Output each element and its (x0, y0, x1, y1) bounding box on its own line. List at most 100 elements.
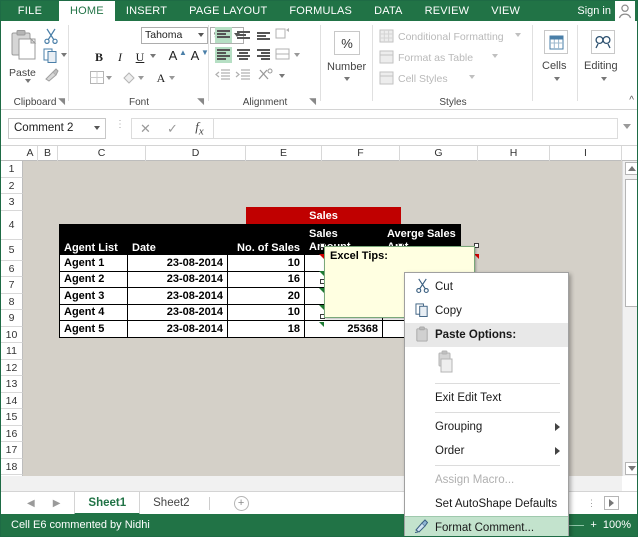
tab-overflow-grip[interactable]: ⋮ (587, 498, 604, 509)
wrap-text-icon[interactable] (257, 67, 275, 87)
cell-no-of-sales[interactable]: 18 (227, 320, 305, 338)
fill-color-dropdown-arrow-icon[interactable] (138, 76, 144, 80)
tab-review[interactable]: REVIEW (413, 1, 481, 21)
cell-no-of-sales[interactable]: 10 (227, 254, 305, 272)
paste-dropdown-arrow-icon[interactable] (25, 79, 31, 83)
clipboard-dialog-launcher[interactable]: ◥ (58, 96, 65, 107)
conditional-formatting-label[interactable]: Conditional Formatting (398, 31, 504, 43)
editing-button-label[interactable]: Editing (584, 60, 618, 72)
collapse-ribbon-icon[interactable]: ^ (629, 95, 634, 106)
insert-function-icon[interactable]: fx (186, 119, 213, 138)
paste-button-label[interactable]: Paste (9, 67, 36, 79)
merge-cells-icon[interactable] (275, 47, 291, 66)
cell-agent[interactable]: Agent 5 (59, 320, 128, 338)
formula-input[interactable] (213, 118, 618, 139)
row-header-13[interactable]: 13 (1, 376, 23, 393)
table-title-cell[interactable]: Sales (246, 207, 401, 225)
column-header-I[interactable]: I (550, 146, 622, 161)
tab-page-layout[interactable]: PAGE LAYOUT (178, 1, 279, 21)
copy-dropdown-arrow-icon[interactable] (61, 53, 67, 57)
sign-in-label[interactable]: Sign in (577, 5, 611, 17)
cells-icon[interactable] (544, 30, 568, 54)
column-header-A[interactable]: A (23, 146, 38, 161)
orientation-icon[interactable] (275, 27, 291, 46)
context-menu-item-grouping[interactable]: Grouping (405, 415, 568, 439)
borders-icon[interactable] (89, 70, 105, 90)
italic-button[interactable]: I (111, 48, 129, 66)
row-header-3[interactable]: 3 (1, 194, 23, 211)
column-header-G[interactable]: G (400, 146, 478, 161)
row-header-8[interactable]: 8 (1, 293, 23, 310)
cell-no-of-sales[interactable]: 20 (227, 287, 305, 305)
editing-dropdown-arrow-icon[interactable] (601, 77, 607, 81)
cell-date[interactable]: 23-08-2014 (127, 303, 228, 321)
align-center-button[interactable] (235, 47, 252, 63)
account-avatar-icon[interactable] (615, 1, 635, 21)
font-color-dropdown-arrow-icon[interactable] (169, 76, 175, 80)
cells-button-label[interactable]: Cells (542, 60, 566, 72)
column-header-B[interactable]: B (38, 146, 58, 161)
formula-bar-grip[interactable]: ⋮ (115, 120, 125, 130)
row-header-5[interactable]: 5 (1, 239, 23, 261)
cell-styles-icon[interactable] (379, 71, 394, 90)
fill-color-icon[interactable] (121, 70, 137, 90)
context-menu-item-copy[interactable]: Copy (405, 299, 568, 323)
row-header-2[interactable]: 2 (1, 177, 23, 194)
cell-styles-label[interactable]: Cell Styles (398, 73, 448, 85)
align-top-button[interactable] (215, 27, 232, 43)
row-header-16[interactable]: 16 (1, 425, 23, 442)
row-header-17[interactable]: 17 (1, 442, 23, 459)
row-header-6[interactable]: 6 (1, 260, 23, 277)
cell-date[interactable]: 23-08-2014 (127, 287, 228, 305)
align-left-button[interactable] (215, 47, 232, 63)
scroll-up-button[interactable] (625, 162, 637, 175)
number-dropdown-arrow-icon[interactable] (344, 77, 350, 81)
column-header-H[interactable]: H (478, 146, 550, 161)
tab-insert[interactable]: INSERT (114, 1, 179, 21)
column-header-D[interactable]: D (146, 146, 246, 161)
chevron-down-icon[interactable] (469, 75, 475, 79)
find-select-icon[interactable] (591, 30, 615, 54)
chevron-down-icon[interactable] (198, 33, 204, 37)
tab-home[interactable]: HOME (59, 1, 115, 21)
paste-icon[interactable] (9, 29, 39, 68)
cell-no-of-sales[interactable]: 16 (227, 270, 305, 288)
wrap-text-dropdown-arrow-icon[interactable] (279, 74, 285, 78)
checkmark-icon[interactable]: ✓ (159, 121, 186, 137)
cell-date[interactable]: 23-08-2014 (127, 320, 228, 338)
zoom-level-label[interactable]: 100% (603, 519, 631, 531)
context-menu-item-set-autoshape-defaults[interactable]: Set AutoShape Defaults (405, 492, 568, 516)
cell-agent[interactable]: Agent 3 (59, 287, 128, 305)
decrease-indent-icon[interactable] (215, 68, 231, 87)
sign-in-area[interactable]: Sign in (577, 1, 637, 21)
chevron-down-icon[interactable] (515, 33, 521, 37)
column-header-E[interactable]: E (246, 146, 322, 161)
cut-icon[interactable] (43, 28, 59, 49)
row-header-4[interactable]: 4 (1, 210, 23, 240)
row-header-1[interactable]: 1 (1, 161, 23, 178)
expand-formula-bar-icon[interactable] (623, 124, 631, 129)
name-box-chevron-down-icon[interactable] (94, 126, 100, 130)
column-header-C[interactable]: C (58, 146, 146, 161)
conditional-formatting-icon[interactable] (379, 29, 394, 48)
paste-options-gallery[interactable] (405, 347, 568, 381)
borders-dropdown-arrow-icon[interactable] (106, 76, 112, 80)
next-sheet-icon[interactable]: ▶ (53, 498, 61, 509)
sheet-tab-sheet2[interactable]: Sheet2 (140, 492, 202, 515)
cell-agent[interactable]: Agent 2 (59, 270, 128, 288)
underline-dropdown-arrow-icon[interactable] (150, 54, 156, 58)
zoom-in-button[interactable]: + (590, 519, 596, 531)
context-menu-item-cut[interactable]: Cut (405, 275, 568, 299)
tab-file[interactable]: FILE (1, 1, 59, 21)
tab-formulas[interactable]: FORMULAS (278, 1, 364, 21)
context-menu-item-format-comment[interactable]: Format Comment... (405, 516, 568, 536)
row-header-10[interactable]: 10 (1, 326, 23, 343)
format-as-table-icon[interactable] (379, 50, 394, 69)
row-header-15[interactable]: 15 (1, 409, 23, 426)
context-menu-item-order[interactable]: Order (405, 439, 568, 463)
row-header-14[interactable]: 14 (1, 392, 23, 409)
cell-agent[interactable]: Agent 1 (59, 254, 128, 272)
vertical-scrollbar[interactable] (622, 161, 637, 476)
paste-keep-formatting-icon[interactable] (435, 350, 455, 379)
row-header-9[interactable]: 9 (1, 310, 23, 327)
